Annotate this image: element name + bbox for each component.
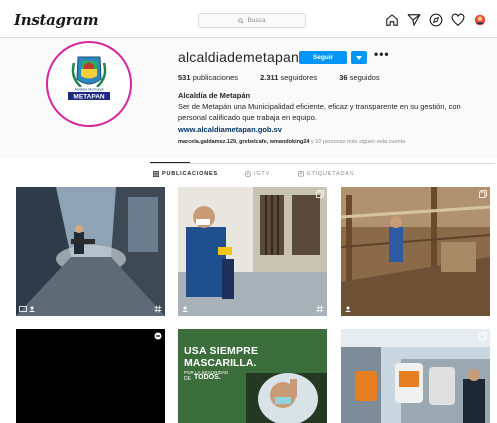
post-thumbnail-1[interactable]	[16, 187, 165, 316]
profile-avatar-icon[interactable]	[473, 13, 487, 27]
tagged-badge-icon	[181, 305, 189, 313]
post-thumbnail-2[interactable]	[178, 187, 327, 316]
worker-fumigating-photo	[178, 187, 327, 316]
tab-label: IGTV	[254, 171, 271, 177]
carousel-badge-icon	[479, 332, 487, 340]
followers-stat[interactable]: 2.311 seguidores	[260, 73, 317, 82]
overlay-line-1: USA SIEMPRE	[184, 345, 259, 357]
carousel-badge-icon	[154, 332, 162, 340]
fumigation-street-photo	[16, 187, 165, 316]
hashtag-badge-icon	[316, 305, 324, 313]
suggested-accounts-button[interactable]	[351, 51, 367, 64]
explore-icon[interactable]	[429, 13, 443, 27]
profile-website-link[interactable]: www.alcaldiametapan.gob.sv	[178, 125, 282, 134]
carousel-badge-icon	[479, 190, 487, 198]
profile-username: alcaldiademetapan	[178, 49, 299, 65]
image-badge-icon	[19, 305, 27, 313]
instagram-logo[interactable]: Instagram	[14, 11, 99, 29]
tagged-badge-icon	[28, 305, 36, 313]
profile-stats: 531 publicaciones 2.311 seguidores 36 se…	[178, 73, 380, 82]
avatar-top-text: Alcaldía Municipal	[75, 87, 104, 91]
post-thumbnail-3[interactable]	[341, 187, 490, 316]
tab-label: PUBLICACIONES	[162, 171, 218, 177]
overlay-line-2: MASCARILLA.	[184, 357, 257, 369]
search-input[interactable]: Busca	[198, 13, 306, 28]
construction-work-photo	[341, 187, 490, 316]
chevron-down-icon	[356, 55, 362, 60]
tab-etiquetadas[interactable]: ETIQUETADAS	[298, 171, 354, 177]
follow-button[interactable]: Seguir	[299, 51, 347, 64]
tab-igtv[interactable]: IGTV	[245, 171, 270, 177]
tab-label: ETIQUETADAS	[307, 171, 355, 177]
profile-full-name: Alcaldía de Metapán	[178, 91, 251, 100]
fumigation-equipment-photo	[341, 329, 490, 423]
home-icon[interactable]	[385, 13, 399, 27]
tab-publicaciones[interactable]: PUBLICACIONES	[153, 171, 218, 177]
overlay-line-4: DE	[184, 376, 191, 382]
posts-stat: 531 publicaciones	[178, 73, 239, 82]
tagged-icon	[298, 171, 304, 177]
post-thumbnail-5[interactable]: USA SIEMPRE MASCARILLA. POR LA SEGURIDAD…	[178, 329, 327, 423]
top-navigation-bar: Instagram Busca	[0, 0, 497, 38]
profile-bio: Ser de Metapán una Municipalidad eficien…	[178, 102, 461, 122]
municipality-logo: Alcaldía Municipal METAPAN	[50, 45, 128, 123]
hashtag-badge-icon	[154, 305, 162, 313]
avatar-bottom-text: METAPAN	[73, 93, 104, 100]
post-thumbnail-4[interactable]	[16, 329, 165, 423]
profile-avatar[interactable]: Alcaldía Municipal METAPAN	[46, 41, 132, 127]
post-thumbnail-6[interactable]	[341, 329, 490, 423]
more-options-button[interactable]: •••	[374, 47, 390, 61]
search-placeholder: Busca	[247, 17, 266, 24]
carousel-badge-icon	[316, 190, 324, 198]
profile-tabs: PUBLICACIONES IGTV ETIQUETADAS	[150, 163, 495, 183]
following-stat[interactable]: 36 seguidos	[339, 73, 379, 82]
profile-header: Alcaldía Municipal METAPAN alcaldiademet…	[0, 38, 497, 158]
igtv-icon	[245, 171, 251, 177]
tagged-badge-icon	[344, 305, 352, 313]
grid-icon	[153, 171, 159, 177]
followed-by-text[interactable]: marcela.galdamez.129, grebelcafe, wmando…	[178, 139, 405, 145]
direct-icon[interactable]	[407, 13, 421, 27]
overlay-line-5: TODOS.	[194, 374, 221, 381]
activity-heart-icon[interactable]	[451, 13, 465, 27]
search-icon	[238, 17, 245, 24]
